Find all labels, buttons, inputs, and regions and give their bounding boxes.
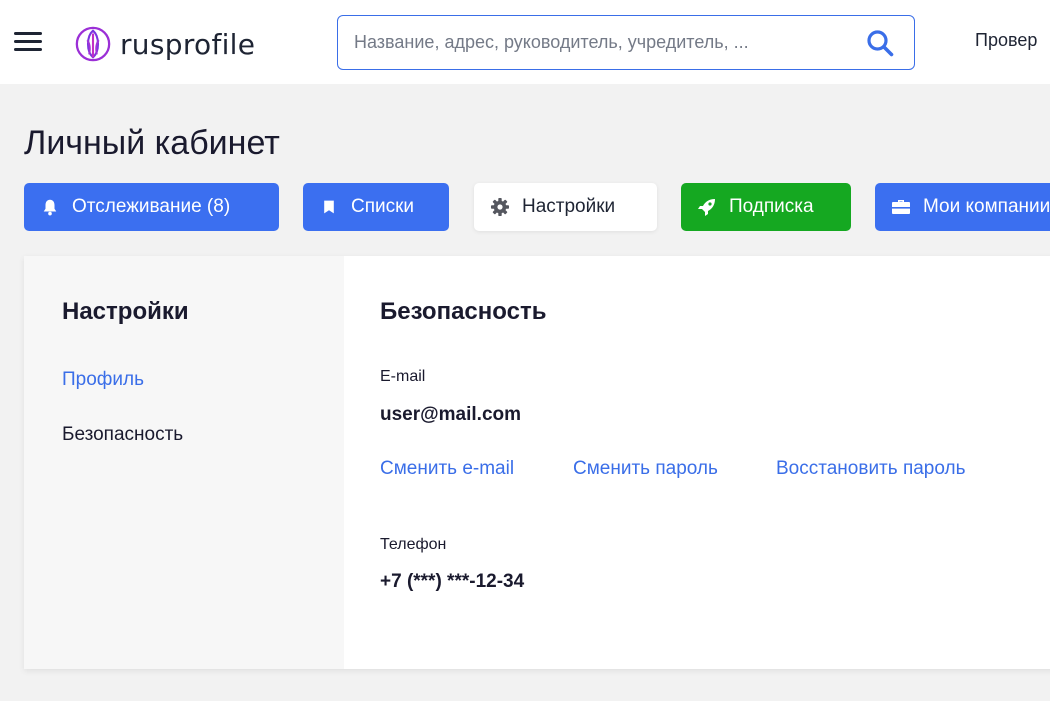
tab-my-companies[interactable]: Мои компании — [875, 183, 1050, 231]
gear-icon — [490, 197, 510, 217]
search-box — [337, 15, 915, 70]
tab-tracking-label: Отслеживание (8) — [72, 196, 231, 217]
tab-my-companies-label: Мои компании — [923, 196, 1050, 217]
rocket-icon — [697, 197, 717, 217]
section-title: Безопасность — [380, 298, 547, 325]
logo-icon — [75, 26, 111, 62]
search-icon[interactable] — [866, 29, 894, 57]
menu-icon[interactable] — [14, 30, 44, 54]
search-input[interactable] — [354, 16, 854, 69]
settings-sidebar: Настройки Профиль Безопасность — [24, 256, 344, 669]
tab-settings[interactable]: Настройки — [474, 183, 657, 231]
sidebar-item-security[interactable]: Безопасность — [62, 424, 183, 446]
sidebar-item-profile[interactable]: Профиль — [62, 369, 144, 391]
tab-subscription[interactable]: Подписка — [681, 183, 851, 231]
settings-card: Настройки Профиль Безопасность Безопасно… — [24, 256, 1050, 669]
logo[interactable]: rusprofile — [74, 24, 255, 64]
phone-label: Телефон — [380, 536, 447, 553]
email-label: E-mail — [380, 368, 426, 385]
logo-text: rusprofile — [120, 27, 256, 61]
sidebar-title: Настройки — [62, 298, 189, 325]
tab-lists[interactable]: Списки — [303, 183, 449, 231]
briefcase-icon — [891, 197, 911, 217]
tab-tracking[interactable]: Отслеживание (8) — [24, 183, 279, 231]
change-email-link[interactable]: Сменить e-mail — [380, 458, 514, 480]
page-title: Личный кабинет — [24, 124, 280, 162]
email-value: user@mail.com — [380, 404, 522, 425]
tab-subscription-label: Подписка — [729, 196, 814, 217]
phone-value: +7 (***) ***-12-34 — [380, 571, 525, 592]
change-password-link[interactable]: Сменить пароль — [573, 458, 718, 480]
bookmark-icon — [319, 197, 339, 217]
tab-lists-label: Списки — [351, 196, 415, 217]
tab-settings-label: Настройки — [522, 196, 616, 217]
check-link[interactable]: Провер — [975, 30, 1037, 51]
bell-icon — [40, 197, 60, 217]
top-header: rusprofile Провер — [0, 0, 1050, 84]
restore-password-link[interactable]: Восстановить пароль — [776, 458, 966, 480]
